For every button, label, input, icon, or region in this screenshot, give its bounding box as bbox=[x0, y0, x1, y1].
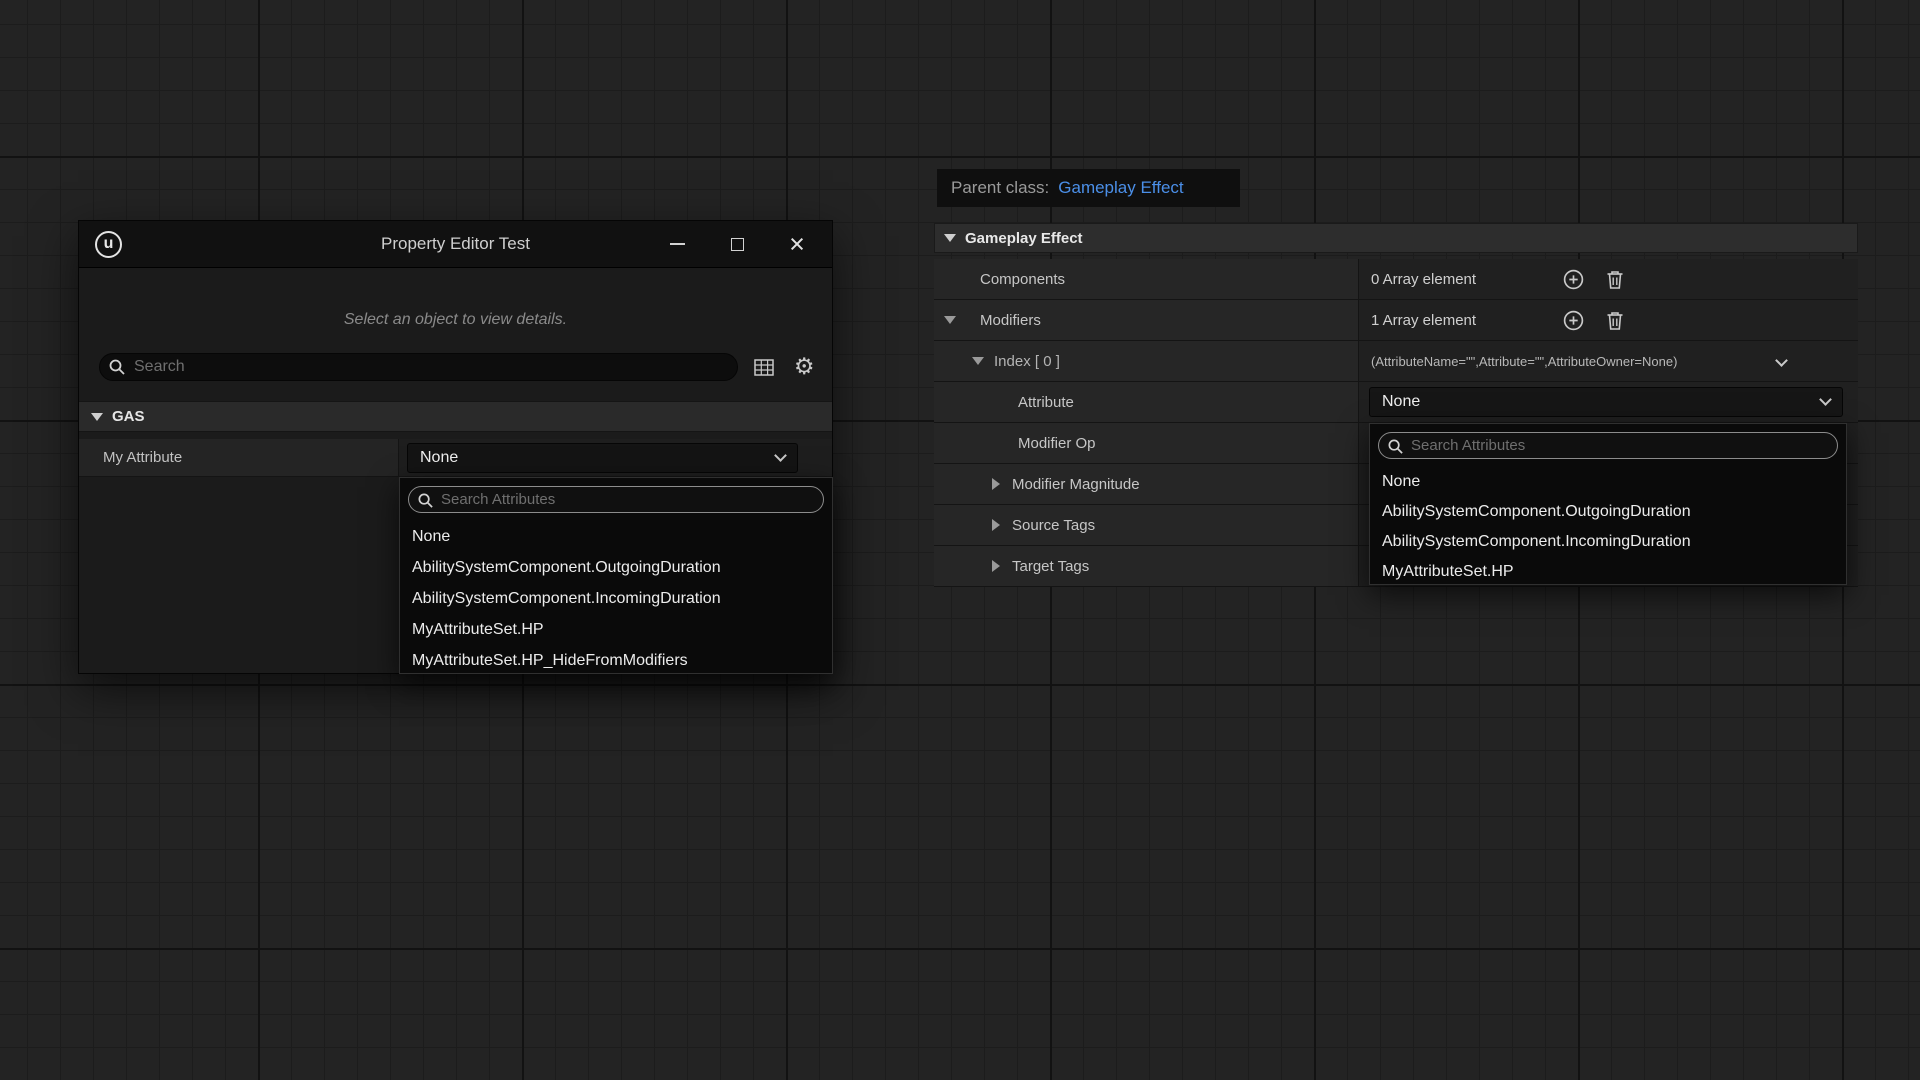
row-label: Components bbox=[980, 271, 1065, 288]
dropdown-item[interactable]: MyAttributeSet.HP bbox=[400, 614, 832, 645]
expander-right-icon[interactable] bbox=[992, 560, 1000, 572]
search-input[interactable] bbox=[99, 353, 738, 381]
row-label: Modifier Op bbox=[1018, 435, 1096, 452]
chevron-down-icon bbox=[944, 234, 956, 242]
row-label: Modifiers bbox=[980, 312, 1041, 329]
expander-down-icon[interactable] bbox=[972, 357, 984, 365]
parent-class-bar: Parent class: Gameplay Effect bbox=[937, 169, 1240, 207]
gear-icon: ⚙ bbox=[794, 353, 815, 381]
close-icon: × bbox=[789, 235, 805, 253]
minimize-icon bbox=[670, 243, 685, 245]
add-element-icon[interactable] bbox=[1562, 309, 1585, 332]
dropdown-item[interactable]: AbilitySystemComponent.OutgoingDuration bbox=[1370, 497, 1846, 527]
search-icon bbox=[417, 492, 434, 509]
property-label: My Attribute bbox=[79, 439, 399, 476]
search-icon bbox=[1387, 438, 1404, 455]
row-label: Index [ 0 ] bbox=[994, 353, 1060, 370]
row-label: Attribute bbox=[1018, 394, 1074, 411]
dropdown-selected-value: None bbox=[1382, 393, 1420, 411]
graph-editor-background: u Property Editor Test × Select an objec… bbox=[0, 0, 1920, 1080]
chevron-down-icon bbox=[1819, 393, 1832, 406]
my-attribute-dropdown[interactable]: None bbox=[407, 443, 798, 473]
dropdown-item[interactable]: AbilitySystemComponent.IncomingDuration bbox=[400, 583, 832, 614]
category-label: Gameplay Effect bbox=[965, 230, 1083, 247]
category-header-gas[interactable]: GAS bbox=[79, 401, 832, 432]
row-modifiers: Modifiers 1 Array element bbox=[934, 300, 1858, 341]
row-components: Components 0 Array element bbox=[934, 259, 1858, 300]
row-label: Modifier Magnitude bbox=[1012, 476, 1140, 493]
window-titlebar[interactable]: u Property Editor Test × bbox=[79, 221, 832, 268]
close-button[interactable]: × bbox=[788, 235, 806, 253]
chevron-down-icon[interactable] bbox=[1775, 354, 1788, 367]
table-grid-icon bbox=[754, 359, 774, 376]
dropdown-item[interactable]: AbilitySystemComponent.OutgoingDuration bbox=[400, 552, 832, 583]
property-editor-window: u Property Editor Test × Select an objec… bbox=[78, 220, 833, 674]
maximize-button[interactable] bbox=[728, 235, 746, 253]
add-element-icon[interactable] bbox=[1562, 268, 1585, 291]
parent-class-label: Parent class: bbox=[951, 178, 1049, 198]
chevron-down-icon bbox=[774, 449, 787, 462]
row-label: Target Tags bbox=[1012, 558, 1089, 575]
unreal-logo-icon: u bbox=[95, 231, 122, 258]
delete-elements-icon[interactable] bbox=[1605, 309, 1625, 332]
property-row-my-attribute: My Attribute None bbox=[79, 439, 832, 477]
attribute-dropdown[interactable]: None bbox=[1369, 387, 1843, 417]
struct-preview: (AttributeName="",Attribute="",Attribute… bbox=[1371, 354, 1677, 369]
dropdown-item[interactable]: AbilitySystemComponent.IncomingDuration bbox=[1370, 527, 1846, 557]
attribute-dropdown-menu: None AbilitySystemComponent.OutgoingDura… bbox=[1369, 423, 1847, 585]
dropdown-selected-value: None bbox=[420, 449, 458, 467]
category-header-gameplay-effect[interactable]: Gameplay Effect bbox=[934, 223, 1858, 253]
search-icon bbox=[108, 358, 126, 376]
expander-down-icon[interactable] bbox=[944, 316, 956, 324]
row-label: Source Tags bbox=[1012, 517, 1095, 534]
expander-right-icon[interactable] bbox=[992, 478, 1000, 490]
empty-selection-message: Select an object to view details. bbox=[79, 311, 832, 329]
attributes-search-input[interactable] bbox=[1379, 433, 1837, 458]
parent-class-link[interactable]: Gameplay Effect bbox=[1058, 178, 1183, 198]
array-count: 0 Array element bbox=[1371, 271, 1476, 288]
array-count: 1 Array element bbox=[1371, 312, 1476, 329]
view-options-button[interactable] bbox=[750, 353, 778, 381]
dropdown-item[interactable]: None bbox=[1370, 467, 1846, 497]
minimize-button[interactable] bbox=[668, 235, 686, 253]
row-index-0: Index [ 0 ] (AttributeName="",Attribute=… bbox=[934, 341, 1858, 382]
settings-button[interactable]: ⚙ bbox=[790, 353, 818, 381]
chevron-down-icon bbox=[91, 413, 103, 421]
maximize-icon bbox=[731, 238, 744, 251]
dropdown-item[interactable]: MyAttributeSet.HP bbox=[1370, 557, 1846, 587]
expander-right-icon[interactable] bbox=[992, 519, 1000, 531]
dropdown-item[interactable]: None bbox=[400, 521, 832, 552]
category-label: GAS bbox=[112, 408, 145, 425]
attributes-search-input[interactable] bbox=[409, 487, 823, 512]
attribute-dropdown-menu: None AbilitySystemComponent.OutgoingDura… bbox=[399, 477, 833, 674]
dropdown-item[interactable]: MyAttributeSet.HP_HideFromModifiers bbox=[400, 645, 832, 676]
row-attribute: Attribute None bbox=[934, 382, 1858, 423]
delete-elements-icon[interactable] bbox=[1605, 268, 1625, 291]
